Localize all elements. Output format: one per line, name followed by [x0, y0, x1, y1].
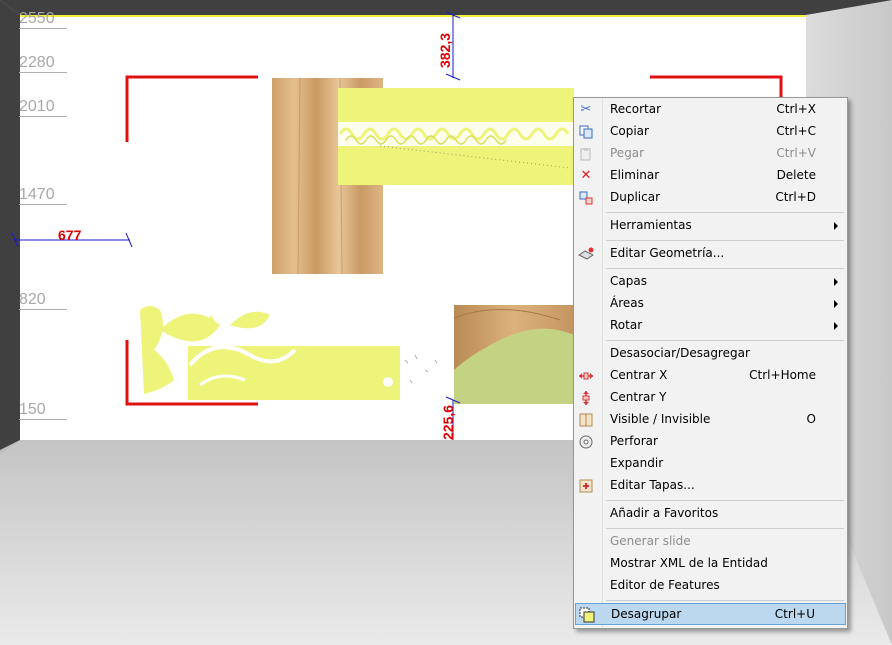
- top-gap-dimension[interactable]: 382,3: [437, 33, 453, 68]
- bottom-gap-dimension[interactable]: 225,6: [440, 405, 456, 440]
- height-label-820: 820: [19, 291, 67, 310]
- height-label-150: 150: [19, 401, 67, 420]
- menu-item-label: Generar slide: [610, 534, 691, 548]
- menu-item-visible-invisible[interactable]: Visible / Invisible O: [575, 409, 846, 431]
- scissors-icon: ✂: [580, 102, 592, 117]
- menu-item-perforar[interactable]: Perforar: [575, 431, 846, 453]
- menu-item-centrar-x[interactable]: Centrar X Ctrl+Home: [575, 365, 846, 387]
- menu-item-mostrar-xml[interactable]: Mostrar XML de la Entidad: [575, 553, 846, 575]
- menu-item-label: Recortar: [610, 102, 662, 116]
- menu-item-label: Áreas: [610, 296, 644, 310]
- ungroup-icon: [579, 607, 595, 623]
- menu-item-label: Editar Geometría...: [610, 246, 725, 260]
- submenu-arrow-icon: [834, 300, 838, 308]
- menu-item-shortcut: Ctrl+V: [776, 146, 816, 160]
- menu-item-shortcut: Ctrl+X: [776, 102, 816, 116]
- height-label-1470: 1470: [19, 186, 67, 205]
- menu-item-shortcut: Ctrl+U: [774, 607, 815, 621]
- menu-item-label: Copiar: [610, 124, 649, 138]
- edit-geometry-icon: [578, 246, 594, 262]
- center-y-icon: [578, 390, 594, 406]
- menu-separator: [606, 340, 844, 341]
- menu-separator: [606, 240, 844, 241]
- menu-item-copiar[interactable]: Copiar Ctrl+C: [575, 121, 846, 143]
- menu-item-label: Centrar X: [610, 368, 668, 382]
- menu-item-label: Desagrupar: [611, 607, 682, 621]
- menu-item-editar-tapas[interactable]: Editar Tapas...: [575, 475, 846, 497]
- center-x-icon: [578, 368, 594, 384]
- menu-item-eliminar[interactable]: ✕ Eliminar Delete: [575, 165, 846, 187]
- yellow-panel-lower: [188, 346, 400, 400]
- menu-item-recortar[interactable]: ✂ Recortar Ctrl+X: [575, 99, 846, 121]
- menu-item-label: Perforar: [610, 434, 658, 448]
- menu-item-label: Capas: [610, 274, 647, 288]
- left-wall: [0, 0, 20, 450]
- menu-item-editar-geometria[interactable]: Editar Geometría...: [575, 243, 846, 265]
- menu-item-label: Rotar: [610, 318, 643, 332]
- menu-item-anadir-favoritos[interactable]: Añadir a Favoritos: [575, 503, 846, 525]
- height-label-2280: 2280: [19, 54, 67, 73]
- menu-item-herramientas[interactable]: Herramientas: [575, 215, 846, 237]
- menu-item-label: Visible / Invisible: [610, 412, 711, 426]
- menu-item-shortcut: Ctrl+D: [775, 190, 816, 204]
- context-menu: ✂ Recortar Ctrl+X Copiar Ctrl+C Pegar Ct…: [573, 97, 848, 629]
- height-label-2010: 2010: [19, 98, 67, 117]
- menu-separator: [606, 212, 844, 213]
- menu-item-shortcut: Ctrl+Home: [749, 368, 816, 382]
- submenu-arrow-icon: [834, 222, 838, 230]
- visibility-icon: [578, 412, 594, 428]
- menu-separator: [606, 500, 844, 501]
- menu-item-areas[interactable]: Áreas: [575, 293, 846, 315]
- menu-item-centrar-y[interactable]: Centrar Y: [575, 387, 846, 409]
- menu-item-label: Desasociar/Desagregar: [610, 346, 750, 360]
- menu-item-expandir[interactable]: Expandir: [575, 453, 846, 475]
- menu-item-label: Añadir a Favoritos: [610, 506, 719, 520]
- menu-separator: [606, 528, 844, 529]
- menu-item-label: Herramientas: [610, 218, 692, 232]
- drill-icon: [578, 434, 594, 450]
- menu-item-label: Pegar: [610, 146, 645, 160]
- menu-item-shortcut: O: [806, 412, 816, 426]
- copy-icon: [578, 124, 594, 140]
- menu-item-label: Duplicar: [610, 190, 661, 204]
- menu-item-label: Editar Tapas...: [610, 478, 695, 492]
- menu-item-label: Editor de Features: [610, 578, 720, 592]
- delete-icon: ✕: [580, 168, 592, 183]
- menu-item-capas[interactable]: Capas: [575, 271, 846, 293]
- menu-item-shortcut: Delete: [776, 168, 816, 182]
- menu-item-rotar[interactable]: Rotar: [575, 315, 846, 337]
- menu-separator: [606, 268, 844, 269]
- menu-item-pegar[interactable]: Pegar Ctrl+V: [575, 143, 846, 165]
- duplicate-icon: [578, 190, 594, 206]
- menu-item-shortcut: Ctrl+C: [776, 124, 816, 138]
- left-gap-dimension[interactable]: 677: [58, 227, 81, 243]
- menu-item-editor-features[interactable]: Editor de Features: [575, 575, 846, 597]
- ceiling: [0, 0, 892, 15]
- menu-separator: [606, 600, 844, 601]
- menu-item-label: Mostrar XML de la Entidad: [610, 556, 768, 570]
- paste-icon: [578, 146, 594, 162]
- submenu-arrow-icon: [834, 322, 838, 330]
- menu-item-label: Centrar Y: [610, 390, 667, 404]
- submenu-arrow-icon: [834, 278, 838, 286]
- menu-item-label: Expandir: [610, 456, 664, 470]
- height-label-2550: 2550: [19, 10, 67, 29]
- menu-item-label: Eliminar: [610, 168, 660, 182]
- menu-item-generar-slide[interactable]: Generar slide: [575, 531, 846, 553]
- menu-item-desagrupar[interactable]: Desagrupar Ctrl+U: [575, 603, 846, 625]
- menu-item-desasociar[interactable]: Desasociar/Desagregar: [575, 343, 846, 365]
- edit-caps-icon: [578, 478, 594, 494]
- menu-item-duplicar[interactable]: Duplicar Ctrl+D: [575, 187, 846, 209]
